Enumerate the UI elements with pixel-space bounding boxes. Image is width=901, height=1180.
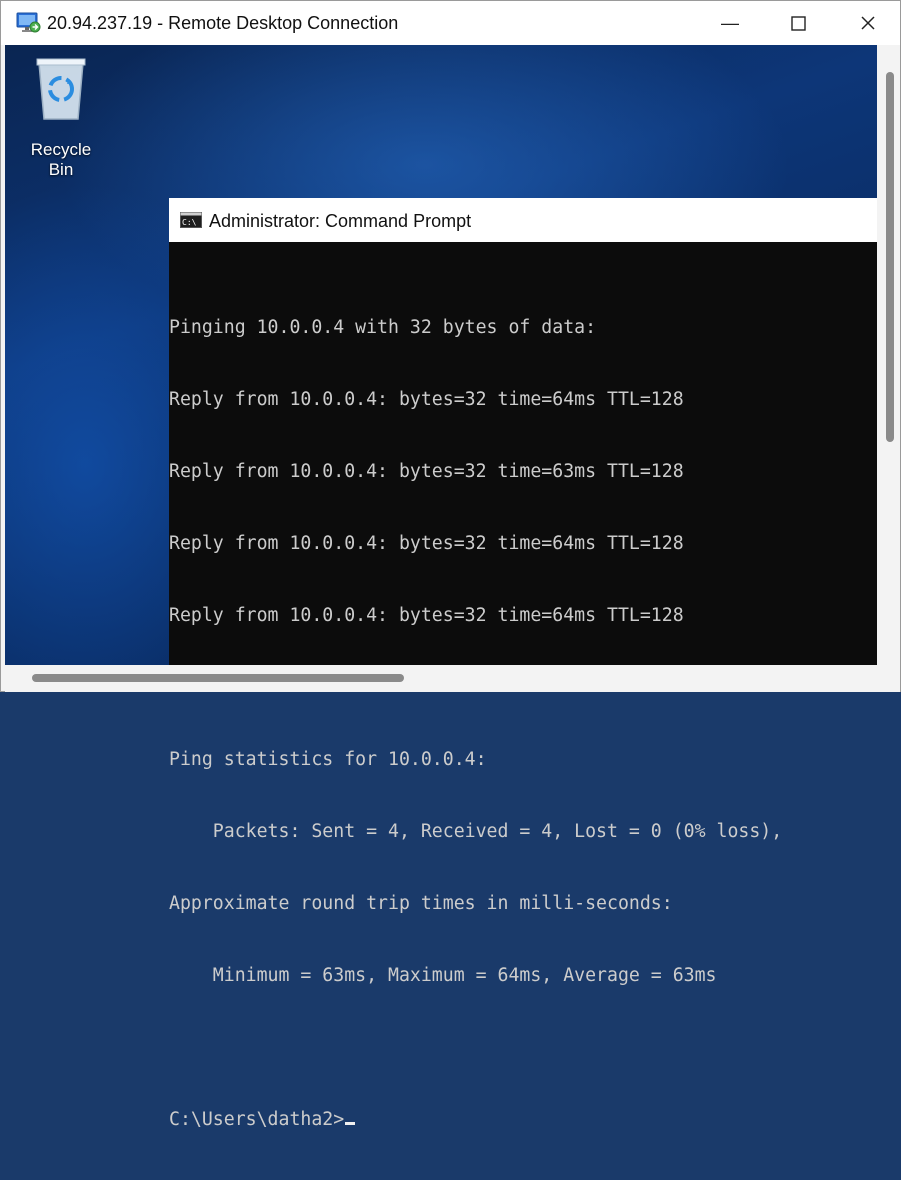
horizontal-scrollbar[interactable] (5, 665, 877, 692)
minimize-button[interactable]: — (707, 1, 753, 45)
console-line: Reply from 10.0.0.4: bytes=32 time=63ms … (169, 461, 684, 482)
console-line: Minimum = 63ms, Maximum = 64ms, Average … (169, 965, 717, 986)
console-line: Reply from 10.0.0.4: bytes=32 time=64ms … (169, 533, 684, 554)
text-cursor (345, 1122, 356, 1125)
minimize-icon: — (721, 12, 739, 33)
maximize-button[interactable] (775, 1, 821, 45)
vertical-scrollbar-thumb[interactable] (886, 72, 894, 442)
cmd-titlebar[interactable]: C:\ Administrator: Command Prompt (169, 198, 877, 242)
console-line: Reply from 10.0.0.4: bytes=32 time=64ms … (169, 389, 684, 410)
desktop-icon-recycle-bin[interactable]: Recycle Bin (17, 53, 105, 180)
command-prompt-window[interactable]: C:\ Administrator: Command Prompt Pingin… (169, 198, 877, 1130)
console-output[interactable]: Pinging 10.0.0.4 with 32 bytes of data: … (169, 268, 782, 1180)
close-icon (861, 16, 875, 30)
svg-text:C:\: C:\ (182, 218, 197, 227)
console-line: Packets: Sent = 4, Received = 4, Lost = … (169, 821, 783, 842)
scrollbar-corner (877, 665, 900, 692)
console-line: Ping statistics for 10.0.0.4: (169, 749, 487, 770)
horizontal-scrollbar-thumb[interactable] (32, 674, 404, 682)
remote-desktop-icon (16, 12, 41, 33)
command-prompt-line[interactable]: C:\Users\datha2> (169, 1108, 782, 1132)
close-button[interactable] (845, 1, 891, 45)
rdp-window-title: 20.94.237.19 - Remote Desktop Connection (47, 13, 399, 33)
remote-desktop-window: 20.94.237.19 - Remote Desktop Connection… (0, 0, 901, 1130)
rdp-titlebar[interactable]: 20.94.237.19 - Remote Desktop Connection… (1, 1, 900, 45)
desktop-icon-label: Recycle Bin (30, 140, 92, 179)
cmd-window-title: Administrator: Command Prompt (209, 211, 472, 231)
recycle-bin-icon (36, 58, 86, 120)
console-line: Approximate round trip times in milli-se… (169, 893, 673, 914)
prompt-text: C:\Users\datha2> (169, 1109, 345, 1130)
command-prompt-icon: C:\ (180, 212, 202, 228)
vertical-scrollbar[interactable] (877, 45, 900, 665)
console-line: Pinging 10.0.0.4 with 32 bytes of data: (169, 317, 597, 338)
console-line: Reply from 10.0.0.4: bytes=32 time=64ms … (169, 605, 684, 626)
maximize-icon (790, 15, 806, 31)
